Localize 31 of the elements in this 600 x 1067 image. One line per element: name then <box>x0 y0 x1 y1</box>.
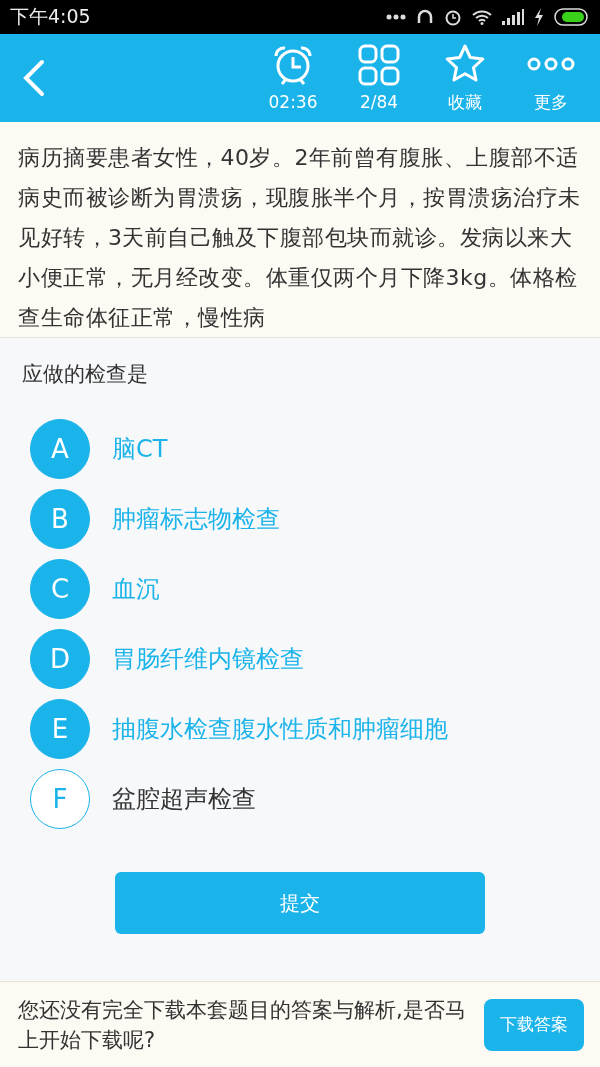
option-text[interactable]: 血沉 <box>112 573 160 605</box>
headphones-icon <box>416 8 434 26</box>
option-text[interactable]: 盆腔超声检查 <box>112 783 256 815</box>
option-letter[interactable]: C <box>30 559 90 619</box>
battery-icon <box>554 8 590 26</box>
option-letter[interactable]: E <box>30 699 90 759</box>
charging-icon <box>534 8 544 26</box>
option-letter[interactable]: B <box>30 489 90 549</box>
more-icon <box>386 14 406 20</box>
option-text[interactable]: 胃肠纤维内镜检查 <box>112 643 304 675</box>
grid-button[interactable]: 2/84 <box>336 36 422 120</box>
alarm-clock-icon <box>272 44 314 86</box>
timer-button[interactable]: 02:36 <box>250 36 336 120</box>
option-text[interactable]: 脑CT <box>112 433 168 465</box>
option-letter[interactable]: A <box>30 419 90 479</box>
signal-icon <box>502 9 524 25</box>
option-text[interactable]: 肿瘤标志物检查 <box>112 503 280 535</box>
wifi-icon <box>472 9 492 25</box>
alarm-icon <box>444 8 462 26</box>
download-button[interactable]: 下载答案 <box>484 998 584 1051</box>
submit-button[interactable]: 提交 <box>115 872 485 934</box>
option-letter[interactable]: D <box>30 629 90 689</box>
download-message: 您还没有完全下载本套题目的答案与解析,是否马上开始下载呢? <box>18 996 467 1054</box>
more-button[interactable]: 更多 <box>508 36 594 120</box>
star-button[interactable]: 收藏 <box>422 36 508 120</box>
question-text: 应做的检查是 <box>22 361 149 388</box>
status-time: 下午4:05 <box>10 4 91 29</box>
option-letter[interactable]: F <box>30 769 90 829</box>
case-passage: 病历摘要患者女性，40岁。2年前曾有腹胀、上腹部不适病史而被诊断为胃溃疡，现腹胀半个月，按胃溃疡治疗未见好转，3天前自己触及下腹部包块而就诊。发病以来大小便正常，无月经改变。体重仅两个月下降3kg。体格检查生命体征正常，慢性病 <box>18 144 582 332</box>
option-text[interactable]: 抽腹水检查腹水性质和肿瘤细胞 <box>112 713 448 745</box>
grid-icon <box>358 44 400 86</box>
